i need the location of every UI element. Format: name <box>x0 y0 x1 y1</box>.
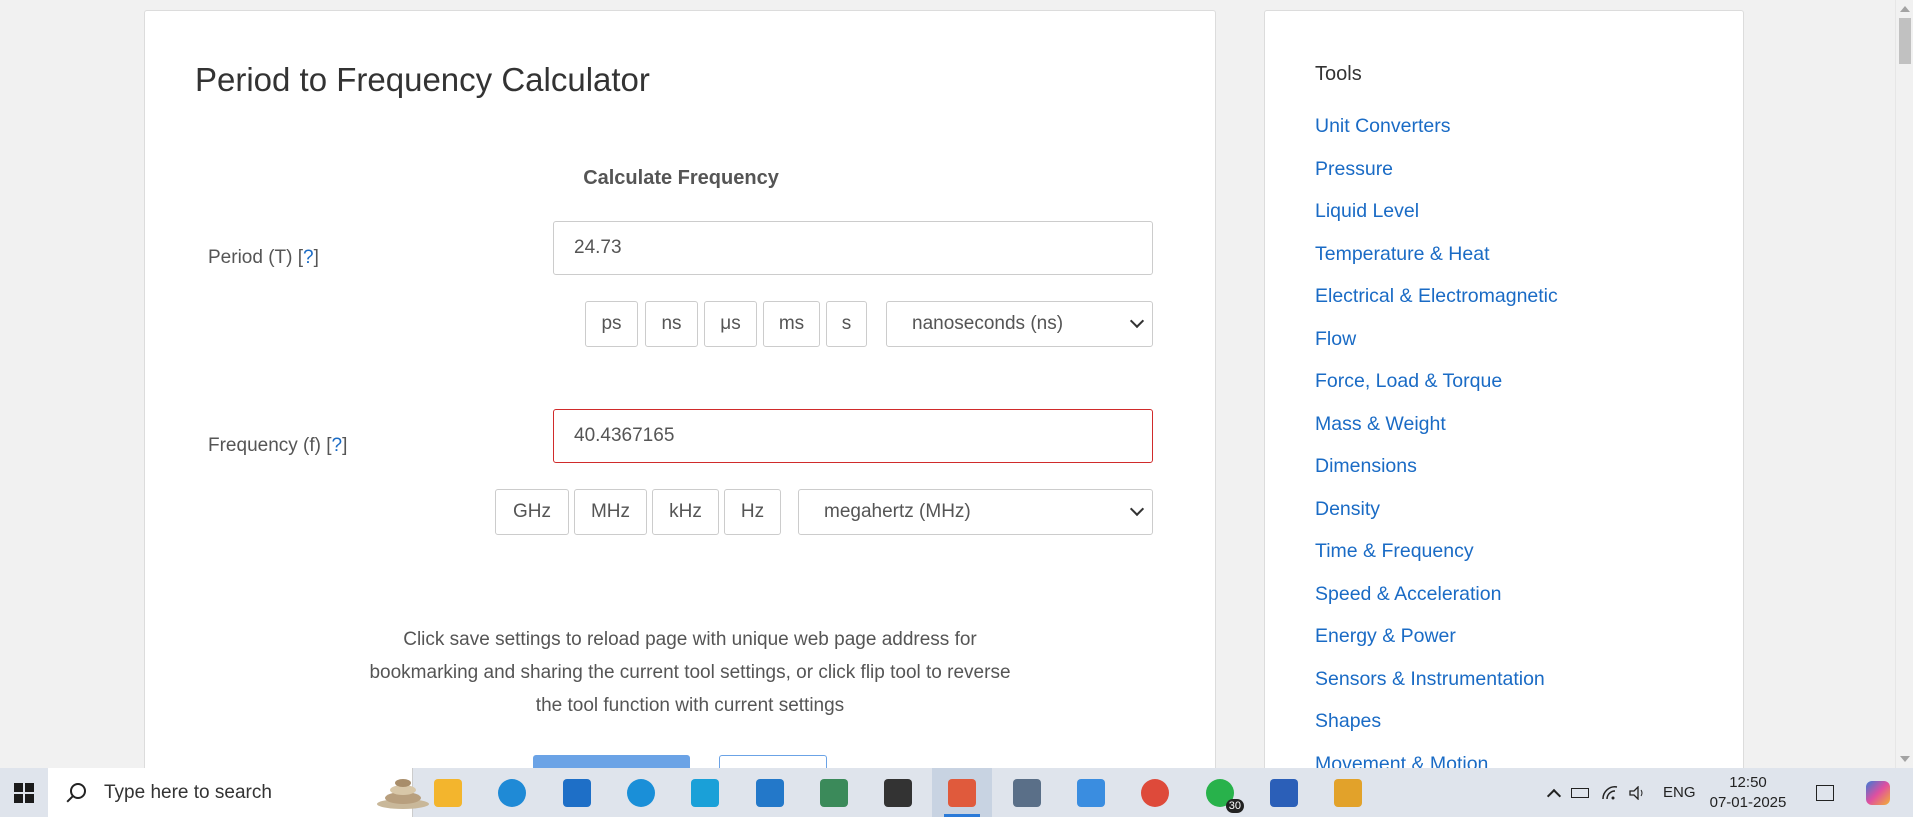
unit-button-ps[interactable]: ps <box>585 301 638 347</box>
copilot-button[interactable] <box>1858 768 1898 817</box>
sidebar-link-list: Unit Converters Pressure Liquid Level Te… <box>1315 115 1558 768</box>
clock[interactable]: 12:50 07-01-2025 <box>1706 773 1790 813</box>
period-unit-select[interactable]: nanoseconds (ns) <box>886 301 1153 347</box>
taskbar-app-button[interactable] <box>997 768 1057 817</box>
clock-time: 12:50 <box>1729 774 1767 791</box>
frequency-help-link[interactable]: ? <box>332 435 343 456</box>
taskbar-app-button[interactable] <box>1318 768 1378 817</box>
section-heading: Calculate Frequency <box>583 167 779 189</box>
volume-icon[interactable] <box>1629 784 1647 801</box>
unit-button-us[interactable]: μs <box>704 301 757 347</box>
taskbar-app-button[interactable] <box>675 768 735 817</box>
tools-sidebar: Tools Unit Converters Pressure Liquid Le… <box>1264 10 1744 768</box>
taskbar-search[interactable]: Type here to search <box>48 768 429 817</box>
save-settings-button[interactable] <box>533 755 690 768</box>
taskbar-app-button[interactable] <box>1125 768 1185 817</box>
visual-studio-icon <box>820 778 848 807</box>
frequency-input[interactable] <box>553 409 1153 463</box>
calculator-icon <box>1013 778 1041 807</box>
wifi-icon[interactable] <box>1601 785 1619 800</box>
info-text: Click save settings to reload page with … <box>369 629 1011 716</box>
start-button[interactable] <box>0 768 48 817</box>
photos-icon <box>1077 778 1105 807</box>
taskbar-app-button[interactable] <box>868 768 928 817</box>
chevron-down-icon <box>1129 501 1145 517</box>
sidebar-link[interactable]: Electrical & Electromagnetic <box>1315 285 1558 328</box>
flip-tool-button[interactable] <box>719 755 827 768</box>
vscode-icon <box>756 778 784 807</box>
unit-button-ms[interactable]: ms <box>763 301 820 347</box>
taskbar-app-button[interactable] <box>547 768 607 817</box>
sidebar-title: Tools <box>1315 63 1362 85</box>
sidebar-link[interactable]: Movement & Motion <box>1315 753 1558 768</box>
scroll-down-arrow-icon[interactable] <box>1900 756 1910 762</box>
sidebar-link[interactable]: Pressure <box>1315 158 1558 201</box>
notifications-button[interactable] <box>1810 768 1840 817</box>
sidebar-link[interactable]: Temperature & Heat <box>1315 243 1558 286</box>
unit-button-ns[interactable]: ns <box>645 301 698 347</box>
search-placeholder: Type here to search <box>104 782 272 803</box>
frequency-label: Frequency (f) [?] <box>208 435 348 456</box>
sidebar-link[interactable]: Flow <box>1315 328 1558 371</box>
scroll-up-arrow-icon[interactable] <box>1900 6 1910 12</box>
sidebar-link[interactable]: Force, Load & Torque <box>1315 370 1558 413</box>
sidebar-link[interactable]: Mass & Weight <box>1315 413 1558 456</box>
taskbar-app-button[interactable] <box>804 768 864 817</box>
taskbar-app-button[interactable] <box>611 768 671 817</box>
edge-icon <box>498 778 526 807</box>
paint-icon <box>1334 778 1362 807</box>
cortana-icon <box>627 778 655 807</box>
unit-button-khz[interactable]: kHz <box>652 489 719 535</box>
snipping-tool-icon <box>948 778 976 807</box>
taskbar-app-button[interactable] <box>740 768 800 817</box>
taskbar-app-button[interactable] <box>1061 768 1121 817</box>
search-icon <box>70 783 86 799</box>
unit-button-ghz[interactable]: GHz <box>495 489 569 535</box>
sidebar-link[interactable]: Energy & Power <box>1315 625 1558 668</box>
unit-button-mhz[interactable]: MHz <box>574 489 647 535</box>
scrollbar-thumb[interactable] <box>1899 18 1911 64</box>
calculator-card: Period to Frequency Calculator Calculate… <box>144 10 1216 768</box>
prime-video-icon <box>691 778 719 807</box>
chevron-down-icon <box>1129 313 1145 329</box>
page-title: Period to Frequency Calculator <box>195 61 650 98</box>
page-scrollbar[interactable] <box>1895 0 1913 768</box>
system-tray: ENG <box>1545 768 1696 817</box>
frequency-unit-select[interactable]: megahertz (MHz) <box>798 489 1153 535</box>
taskbar-app-button[interactable] <box>418 768 478 817</box>
copilot-icon <box>1866 780 1890 805</box>
file-explorer-icon <box>434 778 462 807</box>
taskbar-app-button[interactable]: 30 <box>1190 768 1250 817</box>
mail-icon <box>563 778 591 807</box>
language-indicator[interactable]: ENG <box>1663 784 1696 801</box>
notification-badge: 30 <box>1225 799 1244 813</box>
sidebar-link[interactable]: Dimensions <box>1315 455 1558 498</box>
taskbar: Type here to search 30 ENG 12:50 07-01-2… <box>0 768 1913 817</box>
sidebar-link[interactable]: Time & Frequency <box>1315 540 1558 583</box>
sidebar-link[interactable]: Unit Converters <box>1315 115 1558 158</box>
period-help-link[interactable]: ? <box>303 247 314 268</box>
period-label: Period (T) [?] <box>208 247 319 268</box>
notification-icon <box>1816 784 1834 801</box>
clock-date: 07-01-2025 <box>1709 794 1787 811</box>
period-input[interactable] <box>553 221 1153 275</box>
taskbar-app-button[interactable] <box>482 768 542 817</box>
taskbar-app-button[interactable] <box>932 768 992 817</box>
chrome-icon <box>1141 778 1169 807</box>
unit-button-hz[interactable]: Hz <box>724 489 781 535</box>
sidebar-link[interactable]: Shapes <box>1315 710 1558 753</box>
unit-button-s[interactable]: s <box>826 301 867 347</box>
sidebar-link[interactable]: Sensors & Instrumentation <box>1315 668 1558 711</box>
battery-icon[interactable] <box>1571 787 1589 798</box>
settings-icon <box>884 778 912 807</box>
sidebar-link[interactable]: Liquid Level <box>1315 200 1558 243</box>
word-icon <box>1270 778 1298 807</box>
browser-viewport: Period to Frequency Calculator Calculate… <box>0 0 1895 768</box>
chevron-up-icon[interactable] <box>1546 788 1562 803</box>
windows-logo-icon <box>14 782 34 803</box>
taskbar-app-button[interactable] <box>1254 768 1314 817</box>
sidebar-link[interactable]: Speed & Acceleration <box>1315 583 1558 626</box>
sidebar-link[interactable]: Density <box>1315 498 1558 541</box>
